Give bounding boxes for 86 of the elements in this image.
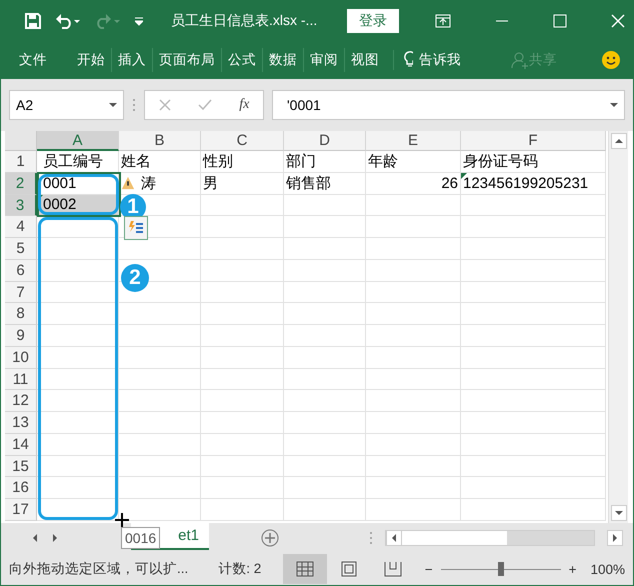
ribbon-tab[interactable]: 视图	[344, 48, 385, 72]
zoom-in-button[interactable]: +	[568, 562, 576, 576]
row-header[interactable]: 16	[5, 477, 37, 499]
name-box[interactable]: A2	[9, 90, 124, 120]
row-header[interactable]: 4	[5, 216, 37, 238]
save-icon[interactable]	[25, 13, 41, 29]
window-title: 员工生日信息表.xlsx -...	[171, 12, 318, 30]
table-cell: 年龄	[366, 151, 461, 173]
customize-icon[interactable]	[135, 16, 143, 26]
dropdown-icon[interactable]	[109, 101, 117, 109]
formula-field[interactable]: '0001	[272, 90, 625, 120]
left-icon[interactable]	[390, 534, 398, 542]
row-header[interactable]: 15	[5, 456, 37, 478]
row-header[interactable]: 11	[5, 368, 37, 390]
lightbulb-icon	[393, 50, 413, 70]
table-cell: 26	[366, 172, 461, 194]
column-header[interactable]: D	[284, 131, 366, 151]
row-header[interactable]: 17	[5, 499, 37, 521]
table-cell: 男	[201, 172, 284, 194]
expand-icon[interactable]	[610, 101, 618, 109]
next-sheet-icon[interactable]	[51, 534, 59, 542]
zoom-level: 100%	[590, 562, 625, 576]
undo-icon[interactable]	[55, 13, 81, 29]
column-header[interactable]: A	[37, 131, 119, 151]
row-header[interactable]: 7	[5, 282, 37, 304]
column-header[interactable]: E	[366, 131, 461, 151]
row-header[interactable]: 6	[5, 260, 37, 282]
row-header[interactable]: 13	[5, 412, 37, 434]
row-header[interactable]: 8	[5, 303, 37, 325]
ribbon-tab[interactable]: 文件	[13, 48, 53, 72]
column-header[interactable]: C	[201, 131, 284, 151]
tell-me-button[interactable]: 告诉我	[413, 48, 467, 72]
zoom-slider-thumb[interactable]	[498, 562, 504, 576]
page-layout-icon	[340, 561, 357, 577]
column-header[interactable]: F	[461, 131, 606, 151]
previous-sheet-icon[interactable]	[31, 534, 39, 542]
more-icon	[369, 531, 373, 545]
down-icon[interactable]	[614, 509, 622, 517]
row-header[interactable]: 1	[5, 151, 37, 173]
scroll-right-button[interactable]	[607, 530, 623, 546]
table-cell: 性别	[201, 151, 284, 173]
table-cell: 身份证号码	[461, 151, 606, 173]
table-cell: 姓名	[119, 151, 201, 173]
ribbon-display-icon[interactable]	[435, 14, 451, 28]
scroll-up-button[interactable]	[610, 133, 626, 149]
ribbon-tab[interactable]: 数据	[262, 48, 303, 72]
ribbon-tab[interactable]: 开始	[71, 48, 111, 72]
row-header[interactable]: 5	[5, 238, 37, 260]
normal-view-icon	[296, 561, 314, 577]
page-break-icon	[384, 561, 402, 577]
table-cell: 涛	[119, 172, 201, 194]
crosshair-cursor-icon	[115, 512, 129, 527]
row-header[interactable]: 3	[5, 194, 37, 216]
table-cell: 123456199205231	[461, 172, 606, 194]
column-header[interactable]: B	[119, 131, 201, 151]
ribbon-tab[interactable]: 审阅	[303, 48, 344, 72]
add-sheet-icon[interactable]	[261, 529, 279, 547]
login-button[interactable]: 登录	[347, 9, 400, 33]
row-header[interactable]: 12	[5, 390, 37, 412]
scroll-down-button[interactable]	[610, 505, 626, 521]
close-icon[interactable]	[611, 14, 625, 28]
row-header[interactable]: 9	[5, 325, 37, 347]
ribbon-tab[interactable]: 公式	[221, 48, 262, 72]
ribbon-tab[interactable]: 插入	[111, 48, 152, 72]
row-header[interactable]: 14	[5, 434, 37, 456]
table-cell: 销售部	[284, 172, 366, 194]
row-header[interactable]: 10	[5, 346, 37, 368]
ribbon-tab[interactable]: 页面布局	[152, 48, 221, 72]
right-icon[interactable]	[611, 534, 619, 542]
quick-analysis-button[interactable]	[124, 216, 148, 240]
drag-tooltip: 0016	[121, 527, 160, 549]
zoom-out-button[interactable]: −	[424, 562, 433, 576]
horizontal-scrollbar[interactable]	[385, 530, 595, 546]
up-icon[interactable]	[614, 137, 622, 145]
more-icon	[132, 98, 136, 112]
count-summary: 计数: 2	[218, 560, 262, 578]
scroll-left-button[interactable]	[386, 530, 402, 546]
maximize-icon[interactable]	[553, 14, 567, 28]
status-message: 向外拖动选定区域，可以扩...	[9, 560, 188, 578]
warning-icon[interactable]	[121, 176, 135, 190]
table-cell: 部门	[284, 151, 366, 173]
person-add-icon	[511, 51, 529, 69]
smiley-icon[interactable]	[601, 50, 621, 70]
insert-function-button[interactable]: fx	[239, 97, 250, 113]
row-header[interactable]: 2	[5, 172, 37, 194]
view-button[interactable]	[282, 554, 327, 584]
